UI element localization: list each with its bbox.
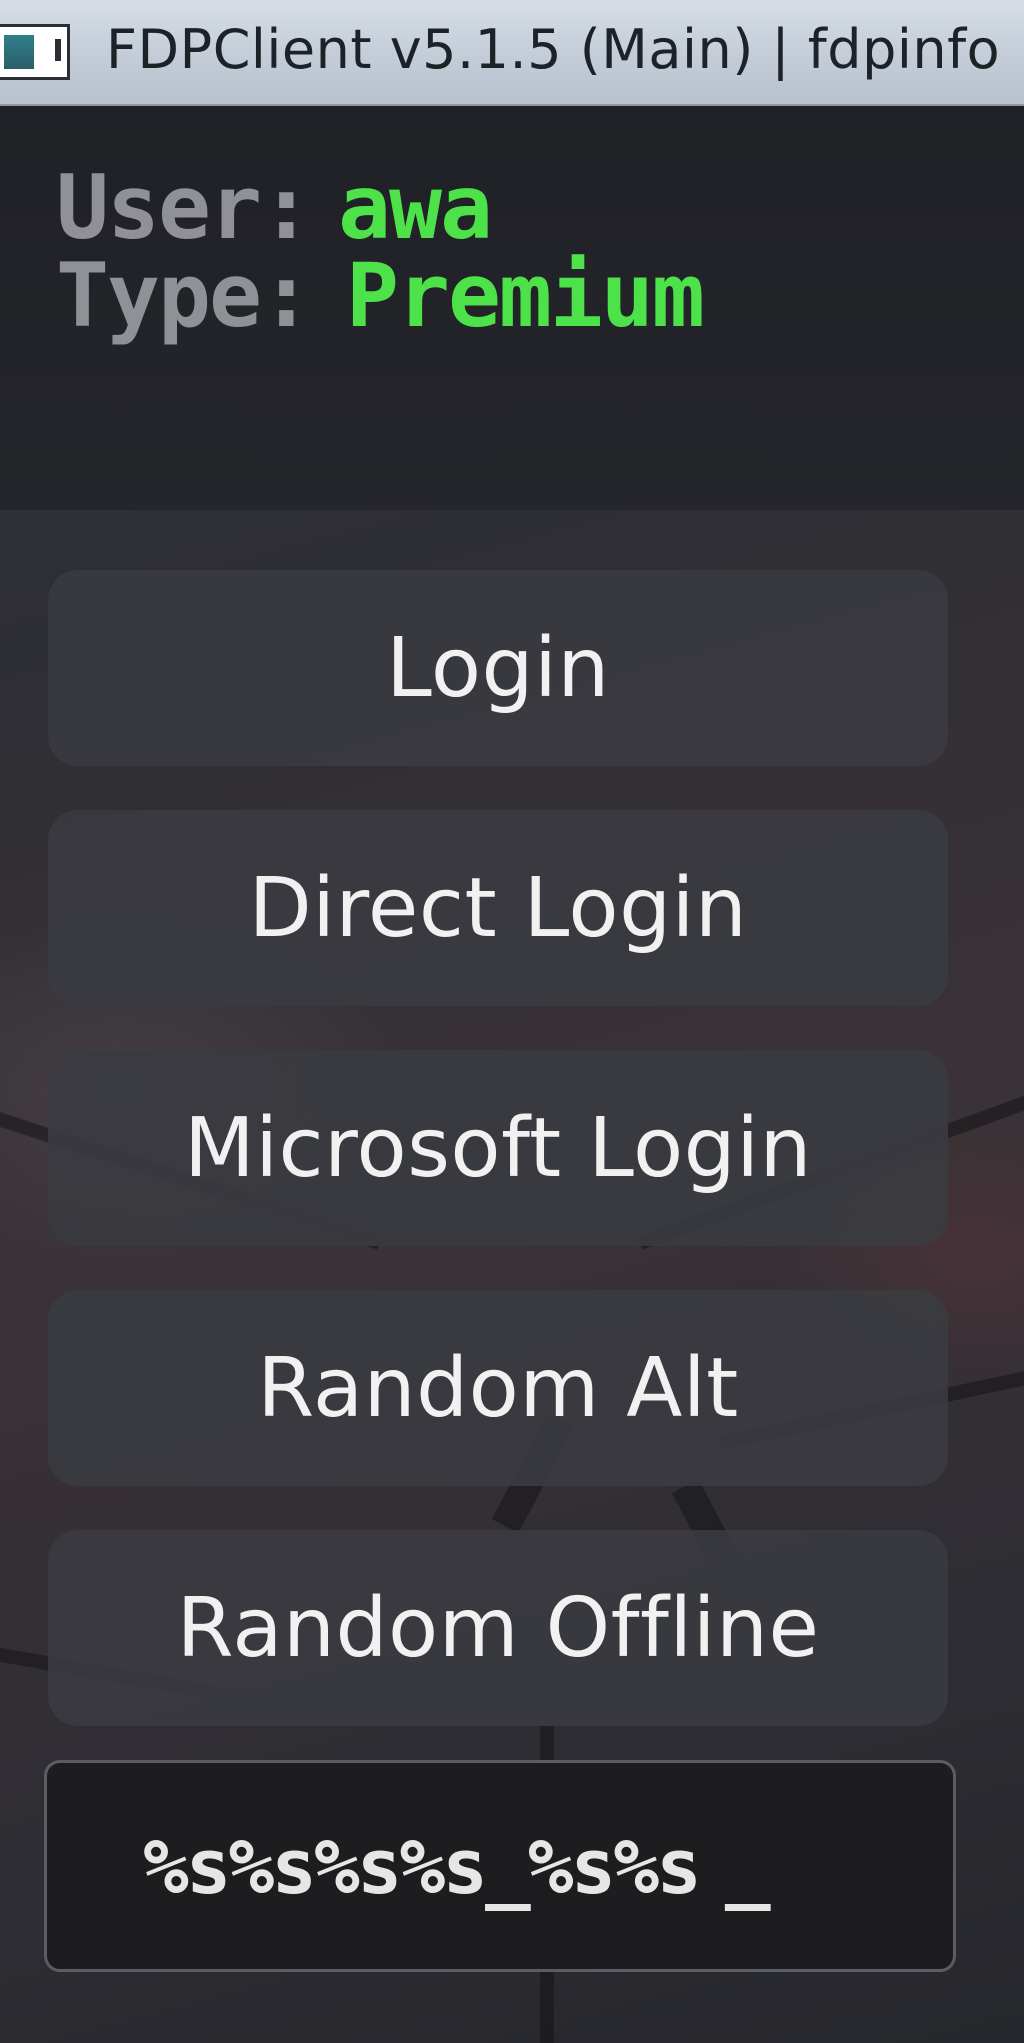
random-offline-button[interactable]: Random Offline bbox=[48, 1530, 948, 1726]
username-input-value: %s%s%s%s_%s%s bbox=[143, 1821, 702, 1911]
user-row: User: awa bbox=[56, 156, 493, 259]
random-alt-button[interactable]: Random Alt bbox=[48, 1290, 948, 1486]
microsoft-login-button[interactable]: Microsoft Login bbox=[48, 1050, 948, 1246]
window-title: FDPClient v5.1.5 (Main) | fdpinfo bbox=[106, 18, 1001, 81]
app-icon-screen bbox=[4, 35, 34, 69]
username-input[interactable]: %s%s%s%s_%s%s _ bbox=[44, 1760, 956, 1972]
account-type-row: Type: Premium bbox=[56, 244, 705, 347]
app-icon-mark bbox=[55, 39, 61, 61]
type-value: Premium bbox=[346, 244, 705, 347]
app-window-icon bbox=[0, 24, 70, 80]
login-button[interactable]: Login bbox=[48, 570, 948, 766]
text-caret: _ bbox=[724, 1821, 771, 1911]
window-titlebar[interactable]: FDPClient v5.1.5 (Main) | fdpinfo bbox=[0, 0, 1024, 106]
type-label: Type: bbox=[56, 244, 313, 347]
user-label: User: bbox=[56, 156, 313, 259]
direct-login-button[interactable]: Direct Login bbox=[48, 810, 948, 1006]
